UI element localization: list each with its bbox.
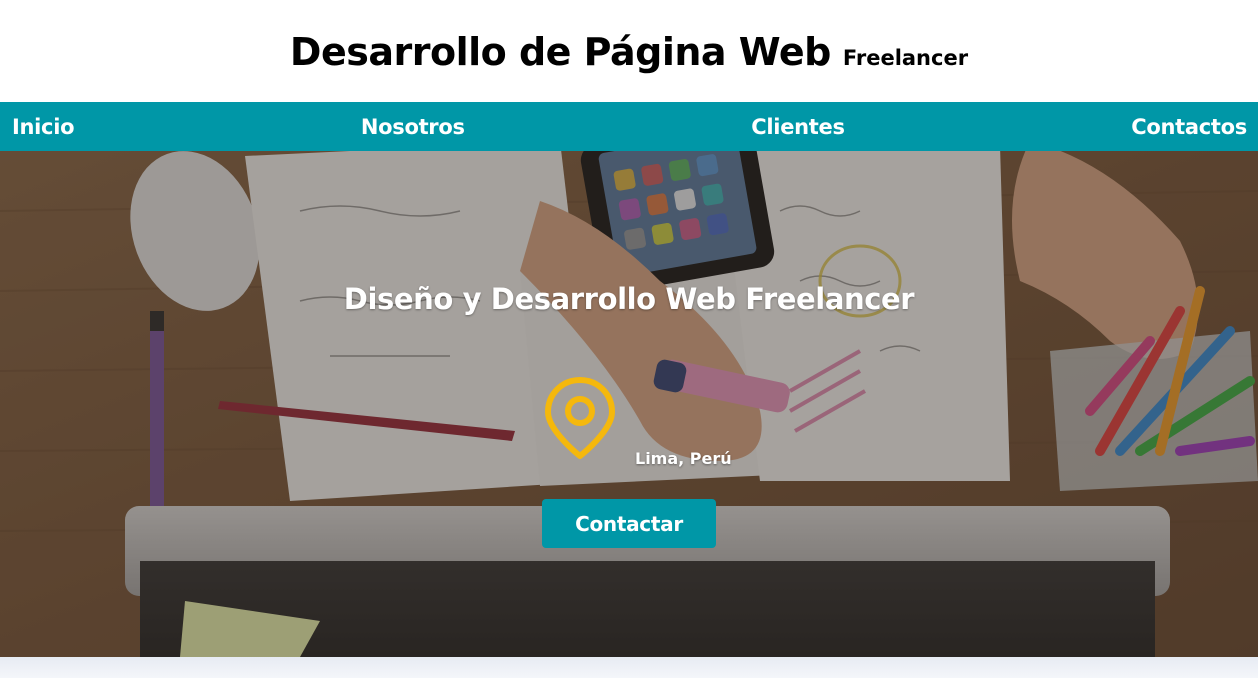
nav-link-inicio[interactable]: Inicio xyxy=(12,115,75,139)
hero-overlay xyxy=(0,151,1258,657)
location-label: Lima, Perú xyxy=(635,449,732,468)
site-title-text: Desarrollo de Página Web xyxy=(289,30,831,74)
site-title: Desarrollo de Página Web Freelancer xyxy=(290,28,968,74)
hero-section: Diseño y Desarrollo Web Freelancer Lima,… xyxy=(0,151,1258,657)
nav-link-nosotros[interactable]: Nosotros xyxy=(361,115,465,139)
page-bottom-strip xyxy=(0,657,1258,678)
hero-title: Diseño y Desarrollo Web Freelancer xyxy=(343,282,915,316)
nav-link-contactos[interactable]: Contactos xyxy=(1131,115,1247,139)
site-header: Desarrollo de Página Web Freelancer xyxy=(0,0,1258,102)
map-pin-icon xyxy=(545,377,615,459)
contact-button[interactable]: Contactar xyxy=(542,499,716,548)
main-nav: Inicio Nosotros Clientes Contactos xyxy=(0,102,1258,151)
page: Desarrollo de Página Web Freelancer Inic… xyxy=(0,0,1258,678)
site-subtitle: Freelancer xyxy=(842,46,969,70)
nav-link-clientes[interactable]: Clientes xyxy=(751,115,845,139)
